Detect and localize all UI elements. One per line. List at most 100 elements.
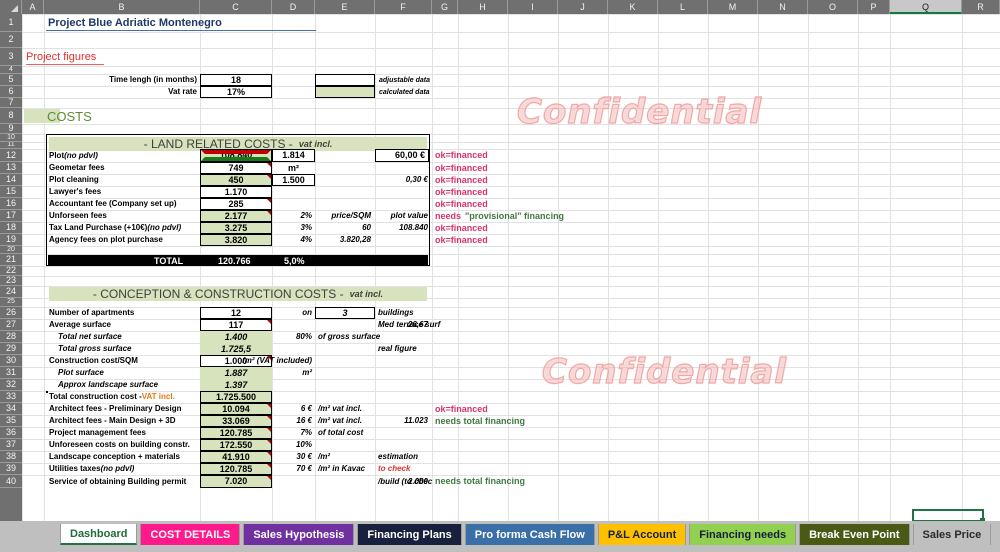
time-length-value[interactable]: 18 [200, 74, 272, 86]
row-header-17[interactable]: 17 [0, 210, 22, 222]
column-header-d[interactable]: D [272, 0, 315, 14]
row-header-8[interactable]: 8 [0, 108, 22, 124]
land-row-value-7[interactable]: 3.275 [200, 222, 272, 234]
land-row-value-2[interactable]: 749 [200, 162, 272, 174]
column-header-e[interactable]: E [315, 0, 375, 14]
row-header-1[interactable]: 1 [0, 14, 22, 32]
land-row-value-4[interactable]: 1.170 [200, 186, 272, 198]
row-header-16[interactable]: 16 [0, 198, 22, 210]
worksheet-grid[interactable]: ABCDEFGHIJKLMNOPQR 1 2 3 4 5 6 7 8 9 10 11 12 13 14 15… [0, 0, 1000, 521]
column-header-h[interactable]: H [458, 0, 508, 14]
land-row-value-5[interactable]: 285 [200, 198, 272, 210]
column-header-q[interactable]: Q [890, 0, 962, 14]
column-header-a[interactable]: A [22, 0, 44, 14]
row-header-19[interactable]: 19 [0, 234, 22, 246]
construction-row-value-12[interactable]: 172.550 [200, 439, 272, 451]
selected-cell-q40[interactable] [912, 509, 985, 521]
sheet-tab-cost-details[interactable]: COST DETAILS [140, 524, 241, 545]
construction-row-value-4[interactable]: 1.725,5 [200, 343, 272, 355]
row-header-24[interactable]: 24 [0, 286, 22, 298]
row-header-15[interactable]: 15 [0, 186, 22, 198]
sheet-tab-sales-hypothesis[interactable]: Sales Hypothesis [243, 524, 355, 545]
row-header-14[interactable]: 14 [0, 174, 22, 186]
row-header-20[interactable]: 20 [0, 246, 22, 254]
construction-row-value-9[interactable]: 10.094 [200, 403, 272, 415]
construction-row-value-2[interactable]: 117 [200, 319, 272, 331]
sheet-tab-dashboard[interactable]: Dashboard [60, 524, 138, 545]
column-header-c[interactable]: C [200, 0, 272, 14]
row-header-35[interactable]: 35 [0, 415, 22, 427]
construction-row-value-1[interactable]: 12 [200, 307, 272, 319]
construction-row-value-14[interactable]: 120.785 [200, 463, 272, 475]
row-header-11[interactable]: 11 [0, 142, 22, 149]
row-header-4[interactable]: 4 [0, 66, 22, 74]
column-header-n[interactable]: N [758, 0, 808, 14]
land-row-value-1[interactable]: 108.840 [200, 149, 272, 162]
row-header-5[interactable]: 5 [0, 74, 22, 86]
row-header-10[interactable]: 10 [0, 134, 22, 142]
construction-row-e-1[interactable]: 3 [315, 307, 375, 319]
row-header-32[interactable]: 32 [0, 379, 22, 391]
sheet-tab-pro-forma-cash-flow[interactable]: Pro forma Cash Flow [464, 524, 595, 545]
row-header-22[interactable]: 22 [0, 266, 22, 276]
column-header-b[interactable]: B [44, 0, 200, 14]
construction-row-value-10[interactable]: 33.069 [200, 415, 272, 427]
row-header-39[interactable]: 39 [0, 463, 22, 475]
column-headers[interactable]: ABCDEFGHIJKLMNOPQR [0, 0, 1000, 14]
construction-row-value-11[interactable]: 120.785 [200, 427, 272, 439]
land-row-value-8[interactable]: 3.820 [200, 234, 272, 246]
row-header-31[interactable]: 31 [0, 367, 22, 379]
column-header-o[interactable]: O [808, 0, 858, 14]
column-header-l[interactable]: L [658, 0, 708, 14]
sheet-tab-financing-plans[interactable]: Financing Plans [357, 524, 462, 545]
row-header-30[interactable]: 30 [0, 355, 22, 367]
column-header-i[interactable]: I [508, 0, 558, 14]
construction-row-value-15[interactable]: 7.020 [200, 475, 272, 488]
construction-row-value-6[interactable]: 1.887 [200, 367, 272, 379]
row-header-13[interactable]: 13 [0, 162, 22, 174]
sheet-tab-bar[interactable]: Dashboard COST DETAILS Sales Hypothesis Fin… [0, 521, 1000, 552]
sheet-tab-financing-needs[interactable]: Financing needs [689, 524, 797, 545]
row-header-33[interactable]: 33 [0, 391, 22, 403]
construction-row-value-7[interactable]: 1.397 [200, 379, 272, 391]
sheet-tab-break-even-point[interactable]: Break Even Point [799, 524, 910, 545]
sheet-tab-sales-price[interactable]: Sales Price [912, 524, 992, 545]
land-row-value-6[interactable]: 2.177 [200, 210, 272, 222]
cells-area[interactable]: Confidential Confidential Project Blue A… [22, 14, 1000, 521]
row-header-9[interactable]: 9 [0, 124, 22, 134]
construction-row-value-8[interactable]: 1.725.500 [200, 391, 272, 403]
row-header-27[interactable]: 27 [0, 319, 22, 331]
row-header-38[interactable]: 38 [0, 451, 22, 463]
column-header-r[interactable]: R [962, 0, 1000, 14]
row-header-36[interactable]: 36 [0, 427, 22, 439]
row-header-21[interactable]: 21 [0, 254, 22, 266]
row-header-7[interactable]: 7 [0, 98, 22, 108]
row-header-40[interactable]: 40 [0, 475, 22, 488]
row-header-18[interactable]: 18 [0, 222, 22, 234]
row-header-26[interactable]: 26 [0, 307, 22, 319]
sheet-tabs[interactable]: Dashboard COST DETAILS Sales Hypothesis Fin… [60, 524, 994, 545]
row-header-34[interactable]: 34 [0, 403, 22, 415]
row-header-28[interactable]: 28 [0, 331, 22, 343]
column-header-g[interactable]: G [432, 0, 458, 14]
column-header-p[interactable]: P [858, 0, 890, 14]
column-header-k[interactable]: K [608, 0, 658, 14]
construction-row-value-3[interactable]: 1.400 [200, 331, 272, 343]
vat-rate-value[interactable]: 17% [200, 86, 272, 98]
select-all-corner[interactable] [0, 0, 22, 14]
column-header-f[interactable]: F [375, 0, 432, 14]
row-header-25[interactable]: 25 [0, 298, 22, 307]
sheet-tab-p-l-account[interactable]: P&L Account [597, 524, 687, 545]
row-header-29[interactable]: 29 [0, 343, 22, 355]
column-header-j[interactable]: J [558, 0, 608, 14]
row-header-2[interactable]: 2 [0, 32, 22, 48]
row-header-37[interactable]: 37 [0, 439, 22, 451]
land-row-value-3[interactable]: 450 [200, 174, 272, 186]
row-header-12[interactable]: 12 [0, 149, 22, 162]
column-header-m[interactable]: M [708, 0, 758, 14]
row-header-23[interactable]: 23 [0, 276, 22, 286]
construction-row-value-13[interactable]: 41.910 [200, 451, 272, 463]
row-header-3[interactable]: 3 [0, 48, 22, 66]
row-header-6[interactable]: 6 [0, 86, 22, 98]
row-headers[interactable]: 1 2 3 4 5 6 7 8 9 10 11 12 13 14 15 16 17 18 19 20 21 22 23 24 2… [0, 14, 22, 521]
